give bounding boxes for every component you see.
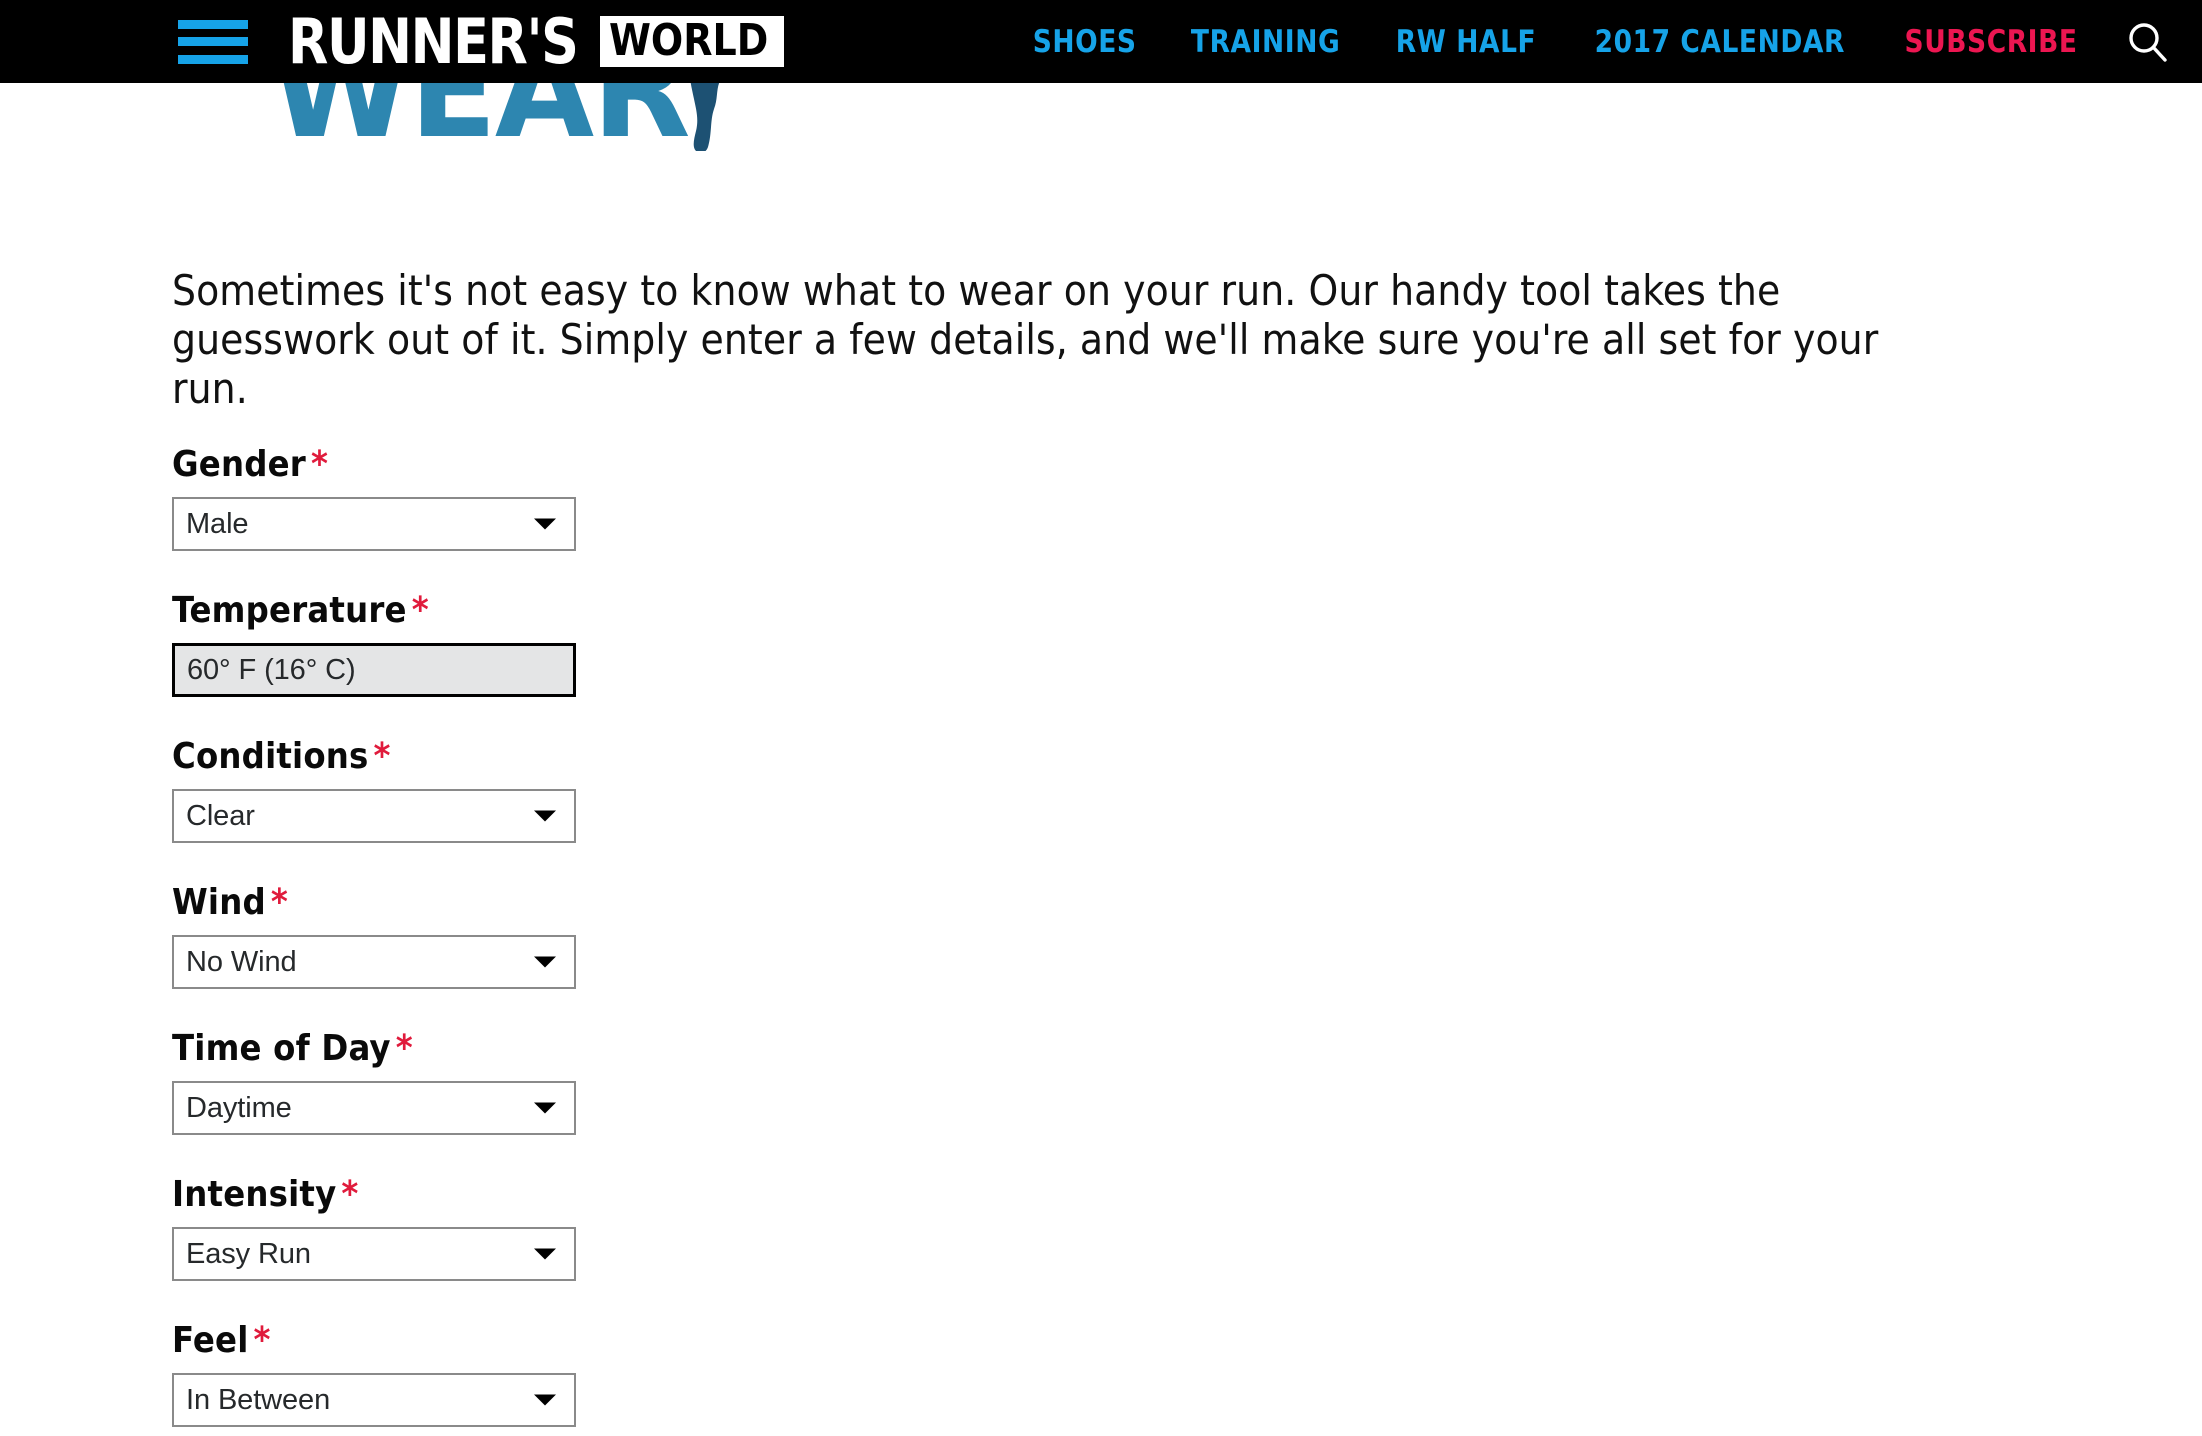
nav-link-rw-half[interactable]: RW HALF xyxy=(1373,24,1559,60)
logo-secondary-box: WORLD xyxy=(599,15,784,67)
nav-link-2017-calendar[interactable]: 2017 CALENDAR xyxy=(1572,24,1868,60)
hamburger-bar xyxy=(178,19,248,29)
chevron-down-icon xyxy=(534,1248,556,1260)
select-feel-value: In Between xyxy=(186,1383,331,1416)
page-root: RUNNER'S WORLD SHOES TRAINING RW HALF 20… xyxy=(0,0,2202,1436)
select-wind[interactable]: No Wind xyxy=(172,935,576,989)
label-temperature-text: Temperature xyxy=(172,590,407,631)
search-icon[interactable] xyxy=(2122,16,2174,68)
chevron-down-icon xyxy=(534,956,556,968)
logo-secondary-text: WORLD xyxy=(608,15,769,66)
nav-link-training[interactable]: TRAINING xyxy=(1168,24,1363,60)
chevron-down-icon xyxy=(534,1102,556,1114)
main-navigation: SHOES TRAINING RW HALF 2017 CALENDAR SUB… xyxy=(1006,24,2106,60)
site-logo[interactable]: RUNNER'S WORLD xyxy=(288,4,784,78)
what-to-wear-form: Gender * Male Temperature * 60° F (16° C) xyxy=(0,413,2202,1427)
select-temperature[interactable]: 60° F (16° C) xyxy=(172,643,576,697)
select-intensity-value: Easy Run xyxy=(186,1237,311,1270)
label-intensity-text: Intensity xyxy=(172,1174,337,1215)
required-asterisk: * xyxy=(373,736,391,777)
label-feel-text: Feel xyxy=(172,1320,249,1361)
label-time-of-day: Time of Day * xyxy=(172,1031,2202,1067)
select-gender[interactable]: Male xyxy=(172,497,576,551)
hamburger-bar xyxy=(178,37,248,46)
hamburger-bar xyxy=(178,54,248,64)
label-wind: Wind * xyxy=(172,885,2202,921)
hamburger-menu-icon[interactable] xyxy=(178,19,248,64)
label-gender-text: Gender xyxy=(172,444,306,485)
label-wind-text: Wind xyxy=(172,882,266,923)
logo-primary-text: RUNNER'S xyxy=(288,4,579,78)
label-temperature: Temperature * xyxy=(172,593,2202,629)
select-feel[interactable]: In Between xyxy=(172,1373,576,1427)
field-time-of-day: Time of Day * Daytime xyxy=(172,1031,2202,1135)
label-conditions: Conditions * xyxy=(172,739,2202,775)
field-feel: Feel * In Between xyxy=(172,1323,2202,1427)
required-asterisk: * xyxy=(411,590,429,631)
required-asterisk: * xyxy=(253,1320,271,1361)
select-temperature-value: 60° F (16° C) xyxy=(187,653,356,686)
chevron-down-icon xyxy=(534,518,556,530)
field-intensity: Intensity * Easy Run xyxy=(172,1177,2202,1281)
select-time-of-day[interactable]: Daytime xyxy=(172,1081,576,1135)
field-gender: Gender * Male xyxy=(172,447,2202,551)
label-intensity: Intensity * xyxy=(172,1177,2202,1213)
required-asterisk: * xyxy=(341,1174,359,1215)
site-header: RUNNER'S WORLD SHOES TRAINING RW HALF 20… xyxy=(0,0,2202,83)
intro-paragraph: Sometimes it's not easy to know what to … xyxy=(172,266,1879,413)
chevron-down-icon xyxy=(534,810,556,822)
select-intensity[interactable]: Easy Run xyxy=(172,1227,576,1281)
required-asterisk: * xyxy=(270,882,289,923)
chevron-down-icon xyxy=(534,1394,556,1406)
runner-silhouette-icon xyxy=(680,83,738,151)
banner-wordmark-text: WEAR xyxy=(270,83,691,151)
select-time-of-day-value: Daytime xyxy=(186,1091,292,1124)
label-feel: Feel * xyxy=(172,1323,2202,1359)
select-conditions[interactable]: Clear xyxy=(172,789,576,843)
select-wind-value: No Wind xyxy=(186,945,297,978)
label-gender: Gender * xyxy=(172,447,2202,483)
required-asterisk: * xyxy=(395,1028,413,1069)
label-conditions-text: Conditions xyxy=(172,736,369,777)
field-wind: Wind * No Wind xyxy=(172,885,2202,989)
label-time-of-day-text: Time of Day xyxy=(172,1028,391,1069)
select-gender-value: Male xyxy=(186,507,249,540)
main-content: Sometimes it's not easy to know what to … xyxy=(0,151,2202,1436)
field-temperature: Temperature * 60° F (16° C) xyxy=(172,593,2202,697)
nav-link-shoes[interactable]: SHOES xyxy=(1010,24,1159,60)
required-asterisk: * xyxy=(310,444,329,485)
nav-link-subscribe[interactable]: SUBSCRIBE xyxy=(1882,24,2101,60)
wear-wordmark-banner: WEAR xyxy=(0,83,2202,151)
field-conditions: Conditions * Clear xyxy=(172,739,2202,843)
select-conditions-value: Clear xyxy=(186,799,255,832)
